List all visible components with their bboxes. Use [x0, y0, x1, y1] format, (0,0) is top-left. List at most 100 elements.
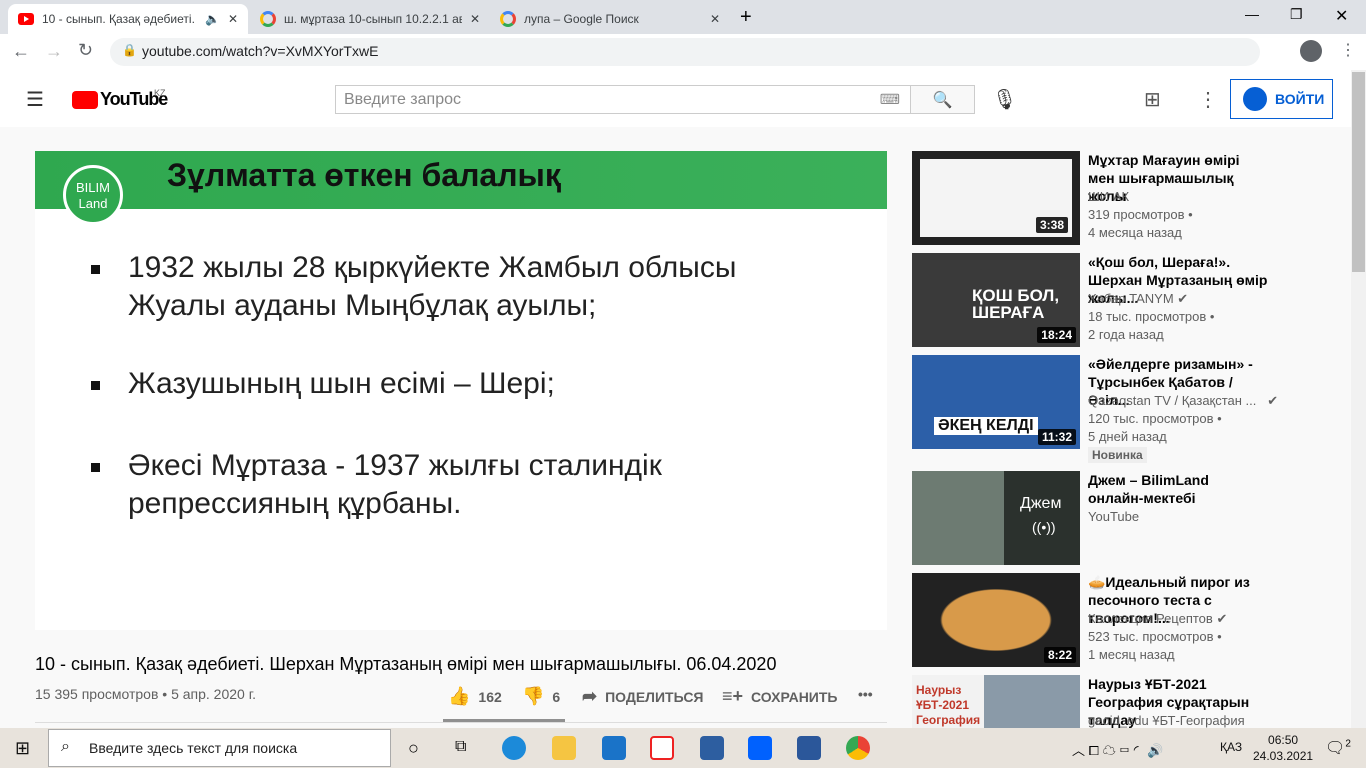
- video-thumbnail[interactable]: Наурыз ҰБТ-2021 География: [912, 675, 1080, 728]
- search-button[interactable]: 🔍: [910, 85, 975, 114]
- microphone-icon[interactable]: 🎙: [992, 87, 1017, 112]
- language-indicator[interactable]: ҚАЗ: [1220, 740, 1242, 754]
- tab-google-2[interactable]: лупа – Google Поиск ✕: [490, 4, 730, 34]
- upload-age: 1 месяц назад: [1088, 647, 1175, 662]
- add-playlist-icon: ≡+: [722, 686, 744, 706]
- recommended-video[interactable]: Наурыз ҰБТ-2021 География Наурыз ҰБТ-202…: [912, 675, 1352, 728]
- close-icon[interactable]: ✕: [228, 12, 238, 26]
- minimize-button[interactable]: —: [1245, 6, 1259, 22]
- channel-name: geoid_edu ҰБТ-География: [1088, 713, 1245, 728]
- mail-icon[interactable]: [602, 736, 626, 760]
- back-button[interactable]: ←: [12, 41, 30, 62]
- profile-icon[interactable]: [1300, 40, 1322, 62]
- login-button[interactable]: ВОЙТИ: [1230, 79, 1333, 119]
- apps-grid-icon[interactable]: ⊞: [1144, 87, 1161, 112]
- divider: [35, 722, 887, 723]
- notifications-icon[interactable]: 🗨2: [1325, 738, 1351, 758]
- slide-title: Зұлматта өткен балалық: [167, 157, 561, 193]
- youtube-logo-icon[interactable]: [72, 91, 98, 109]
- share-button[interactable]: ➦ ПОДЕЛИТЬСЯ: [582, 686, 704, 707]
- search-input[interactable]: Введите запрос ⌨: [335, 85, 911, 114]
- reload-button[interactable]: ↻: [78, 40, 93, 61]
- channel-name: Хабар TANYM ✔: [1088, 291, 1189, 306]
- account-icon: [1243, 87, 1267, 111]
- google-icon: [260, 11, 276, 27]
- tab-google-1[interactable]: ш. мұртаза 10-сынып 10.2.2.1 ав ✕: [250, 4, 490, 34]
- recommended-video[interactable]: 8:22 🥧Идеальный пирог из песочного теста…: [912, 573, 1352, 667]
- maximize-button[interactable]: ❐: [1290, 6, 1303, 23]
- windows-start-icon[interactable]: ⊞: [15, 738, 30, 759]
- tab-strip: 10 - сынып. Қазақ әдебиеті. Ш 🔈 ✕ ш. мұрта…: [0, 0, 1366, 34]
- dislike-button[interactable]: 👎 6: [522, 686, 560, 707]
- slide-bullet: Жазушының шын есімі – Шері;: [91, 365, 555, 403]
- like-button[interactable]: 👍 162: [448, 686, 502, 707]
- region-label: KZ: [154, 88, 166, 98]
- task-view-icon[interactable]: ⧉: [455, 738, 466, 756]
- video-thumbnail[interactable]: 8:22: [912, 573, 1080, 667]
- dropbox-icon[interactable]: [748, 736, 772, 760]
- upload-age: 2 года назад: [1088, 327, 1164, 342]
- file-explorer-icon[interactable]: [552, 736, 576, 760]
- channel-name: YouTube: [1088, 509, 1140, 524]
- search-icon: 🔍: [932, 92, 953, 109]
- cortana-icon[interactable]: ○: [408, 738, 419, 759]
- new-tab-button[interactable]: +: [740, 6, 752, 29]
- upload-age: 4 месяца назад: [1088, 225, 1182, 240]
- view-count: 18 тыс. просмотров •: [1088, 309, 1215, 324]
- channel-name: ШИ АК: [1088, 189, 1130, 204]
- youtube-icon: [18, 13, 34, 25]
- close-icon[interactable]: ✕: [710, 12, 720, 26]
- like-ratio-bar: [443, 719, 565, 722]
- recommended-video[interactable]: ҚОШ БОЛ, ШЕРАҒА 18:24 «Қош бол, Шераға!».…: [912, 253, 1352, 347]
- video-thumbnail[interactable]: 3:38: [912, 151, 1080, 245]
- menu-icon[interactable]: ⋮: [1340, 40, 1356, 60]
- yandex-icon[interactable]: [650, 736, 674, 760]
- clock[interactable]: 06:50 24.03.2021: [1253, 732, 1313, 764]
- lock-icon: 🔒: [122, 43, 137, 57]
- recommended-video[interactable]: ӘКЕҢ КЕЛДІ 11:32 «Әйелдерге ризамын» - Тұ…: [912, 355, 1352, 463]
- search-icon: ⌕: [61, 738, 70, 755]
- bilimland-logo: BILIM Land: [63, 165, 123, 225]
- live-icon: ((•)): [1032, 519, 1056, 535]
- verified-icon: ✔: [1216, 611, 1228, 626]
- slide-bullet: Әкесі Мұртаза - 1937 жылғы сталиндік реп…: [91, 447, 751, 523]
- video-thumbnail[interactable]: ӘКЕҢ КЕЛДІ 11:32: [912, 355, 1080, 449]
- recommended-video[interactable]: 3:38 Мұхтар Мағауин өмірі мен шығармашыл…: [912, 151, 1352, 245]
- video-meta: 15 395 просмотров • 5 апр. 2020 г.: [35, 686, 256, 702]
- view-count: 120 тыс. просмотров •: [1088, 411, 1222, 426]
- word-icon[interactable]: [797, 736, 821, 760]
- channel-name: Коллекция Рецептов ✔: [1088, 611, 1228, 626]
- video-thumbnail[interactable]: ҚОШ БОЛ, ШЕРАҒА 18:24: [912, 253, 1080, 347]
- address-bar[interactable]: 🔒 youtube.com/watch?v=XvMXYorTxwE: [110, 38, 1260, 66]
- forward-button[interactable]: →: [45, 41, 63, 62]
- video-title: 10 - сынып. Қазақ әдебиеті. Шерхан Мұрта…: [35, 654, 777, 674]
- share-icon: ➦: [582, 686, 598, 706]
- thumbs-up-icon: 👍: [448, 686, 471, 706]
- video-player[interactable]: Зұлматта өткен балалық BILIM Land 1932 жы…: [35, 151, 887, 630]
- scrollbar-thumb[interactable]: [1352, 72, 1365, 272]
- close-window-button[interactable]: ✕: [1335, 6, 1348, 26]
- hamburger-menu-icon[interactable]: ☰: [26, 87, 44, 112]
- settings-more-icon[interactable]: ⋮: [1198, 87, 1218, 112]
- view-count: 523 тыс. просмотров •: [1088, 629, 1222, 644]
- speaker-icon: 🔈: [204, 12, 220, 26]
- google-icon: [500, 11, 516, 27]
- slide-bullet: 1932 жылы 28 қыркүйекте Жамбыл облысы Жу…: [91, 249, 811, 325]
- new-badge: Новинка: [1088, 447, 1147, 463]
- edge-icon[interactable]: [502, 736, 526, 760]
- video-title[interactable]: Джем – BilimLand онлайн-мектебі: [1088, 471, 1268, 507]
- more-actions-button[interactable]: •••: [858, 686, 873, 702]
- save-button[interactable]: ≡+ СОХРАНИТЬ: [722, 686, 837, 707]
- upload-age: 5 дней назад: [1088, 429, 1167, 444]
- tab-youtube[interactable]: 10 - сынып. Қазақ әдебиеті. Ш 🔈 ✕: [8, 4, 248, 34]
- thumbs-down-icon: 👎: [522, 686, 545, 706]
- recommended-video[interactable]: Джем ((•)) Джем – BilimLand онлайн-мектеб…: [912, 471, 1352, 565]
- keyboard-icon[interactable]: ⌨: [880, 91, 900, 108]
- app-b-icon[interactable]: [700, 736, 724, 760]
- tray-icons[interactable]: ︿ ⧠ ☁ ▭ ◜ 🔊: [1072, 740, 1163, 759]
- chrome-icon[interactable]: [846, 736, 870, 760]
- taskbar-search[interactable]: ⌕ Введите здесь текст для поиска: [48, 729, 391, 767]
- view-count: 319 просмотров •: [1088, 207, 1193, 222]
- close-icon[interactable]: ✕: [470, 12, 480, 26]
- video-thumbnail[interactable]: Джем ((•)): [912, 471, 1080, 565]
